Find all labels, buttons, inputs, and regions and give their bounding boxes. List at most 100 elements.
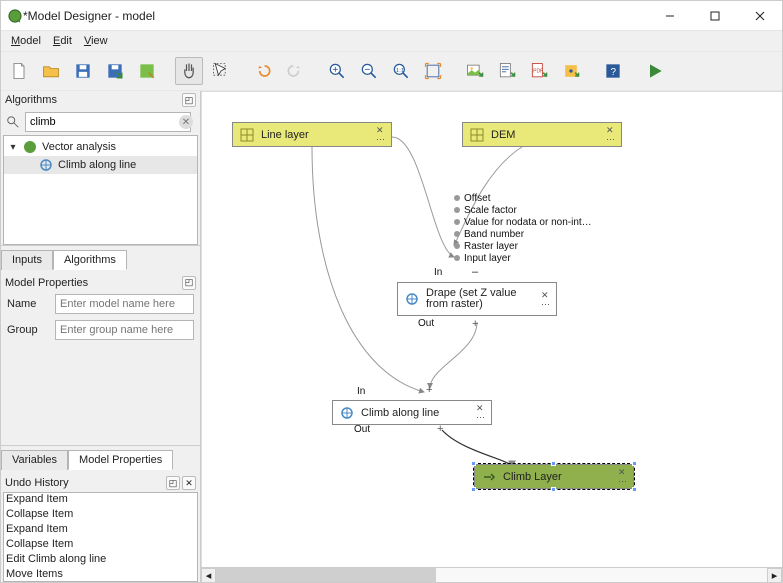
tab-model-properties[interactable]: Model Properties bbox=[68, 450, 173, 470]
scroll-left-icon[interactable]: ◂ bbox=[201, 568, 216, 583]
window-title: *Model Designer - model bbox=[23, 9, 647, 23]
algorithm-tree[interactable]: ▾ Vector analysis Climb along line bbox=[3, 135, 198, 245]
name-label: Name bbox=[7, 298, 49, 310]
scroll-thumb[interactable] bbox=[216, 568, 436, 583]
undo-history-list[interactable]: Expand Item Collapse Item Expand Item Co… bbox=[3, 492, 198, 582]
node-label: Climb Layer bbox=[503, 471, 612, 483]
node-drape[interactable]: Drape (set Z value from raster) ✕⋯ bbox=[397, 282, 557, 316]
expand-plus-icon[interactable]: + bbox=[472, 318, 478, 330]
export-pdf-button[interactable]: PDF bbox=[525, 57, 553, 85]
param-label: Value for nodata or non-int… bbox=[464, 217, 592, 228]
group-label: Group bbox=[7, 324, 49, 336]
node-label: Drape (set Z value from raster) bbox=[426, 288, 535, 310]
tab-inputs[interactable]: Inputs bbox=[1, 250, 53, 270]
export-svg-button[interactable] bbox=[493, 57, 521, 85]
tree-item-climb-along-line[interactable]: Climb along line bbox=[4, 156, 197, 174]
undo-button[interactable] bbox=[249, 57, 277, 85]
run-model-button[interactable] bbox=[641, 57, 669, 85]
node-dem[interactable]: DEM ✕⋯ bbox=[462, 122, 622, 147]
expand-icon[interactable]: ▾ bbox=[8, 142, 18, 153]
node-more-icon[interactable]: ⋯ bbox=[476, 413, 485, 421]
open-model-button[interactable] bbox=[37, 57, 65, 85]
drape-params: Offset Scale factor Value for nodata or … bbox=[454, 192, 592, 264]
scroll-track[interactable] bbox=[216, 568, 767, 583]
node-more-icon[interactable]: ⋯ bbox=[376, 135, 385, 143]
panel-undock-icon[interactable]: ◰ bbox=[182, 93, 196, 107]
expand-plus-icon[interactable]: + bbox=[426, 384, 432, 396]
history-item[interactable]: Collapse Item bbox=[4, 538, 197, 553]
node-close-icon[interactable]: ✕ bbox=[476, 404, 485, 412]
maximize-button[interactable] bbox=[692, 1, 737, 30]
properties-tabstrip: Variables Model Properties bbox=[1, 445, 200, 470]
panel-close-icon[interactable]: ✕ bbox=[182, 476, 196, 490]
history-item[interactable]: Expand Item bbox=[4, 493, 197, 508]
model-canvas[interactable]: Line layer ✕⋯ DEM ✕⋯ Offset Scale factor bbox=[201, 91, 782, 567]
svg-text:?: ? bbox=[611, 67, 617, 78]
tab-algorithms[interactable]: Algorithms bbox=[53, 250, 127, 270]
close-button[interactable] bbox=[737, 1, 782, 30]
connection-lines bbox=[202, 92, 782, 567]
panel-undock-icon[interactable]: ◰ bbox=[182, 276, 196, 290]
menu-model[interactable]: Model bbox=[11, 35, 41, 47]
node-more-icon[interactable]: ⋯ bbox=[618, 477, 627, 485]
port-in-label: In bbox=[357, 386, 365, 397]
spacer bbox=[1, 342, 200, 446]
history-item[interactable]: Edit Climb along line bbox=[4, 553, 197, 568]
node-climb-layer[interactable]: Climb Layer ✕⋯ bbox=[474, 464, 634, 489]
export-python-button[interactable] bbox=[557, 57, 585, 85]
title-bar: *Model Designer - model bbox=[1, 1, 782, 31]
panel-undock-icon[interactable]: ◰ bbox=[166, 476, 180, 490]
canvas-horizontal-scrollbar[interactable]: ◂ ▸ bbox=[201, 567, 782, 582]
node-climb-along-line[interactable]: Climb along line ✕⋯ bbox=[332, 400, 492, 425]
zoom-in-button[interactable] bbox=[323, 57, 351, 85]
tree-group-label: Vector analysis bbox=[42, 141, 116, 153]
left-sidebar: Algorithms ◰ ✕ ▾ Vector analysis Clim bbox=[1, 91, 201, 582]
menu-view[interactable]: View bbox=[84, 35, 108, 47]
model-group-input[interactable] bbox=[55, 320, 194, 340]
svg-text:PDF: PDF bbox=[533, 69, 543, 75]
algorithms-panel-title: Algorithms bbox=[5, 94, 57, 106]
node-label: Line layer bbox=[261, 129, 370, 141]
redo-button[interactable] bbox=[281, 57, 309, 85]
minimize-button[interactable] bbox=[647, 1, 692, 30]
scroll-right-icon[interactable]: ▸ bbox=[767, 568, 782, 583]
model-name-input[interactable] bbox=[55, 294, 194, 314]
search-icon bbox=[5, 114, 21, 130]
new-model-button[interactable] bbox=[5, 57, 33, 85]
node-close-icon[interactable]: ✕ bbox=[618, 468, 627, 476]
expand-plus-icon[interactable]: + bbox=[437, 423, 443, 435]
properties-grid: Name Group bbox=[1, 292, 200, 342]
node-close-icon[interactable]: ✕ bbox=[606, 126, 615, 134]
zoom-out-button[interactable] bbox=[355, 57, 383, 85]
collapse-dash[interactable]: – bbox=[472, 266, 478, 278]
select-tool-button[interactable] bbox=[207, 57, 235, 85]
menu-edit[interactable]: Edit bbox=[53, 35, 72, 47]
node-close-icon[interactable]: ✕ bbox=[541, 291, 550, 299]
input-param-icon bbox=[469, 127, 485, 143]
algorithm-search-input[interactable] bbox=[25, 112, 191, 132]
export-image-button[interactable] bbox=[461, 57, 489, 85]
save-in-project-button[interactable] bbox=[133, 57, 161, 85]
history-item[interactable]: Collapse Item bbox=[4, 508, 197, 523]
node-line-layer[interactable]: Line layer ✕⋯ bbox=[232, 122, 392, 147]
node-more-icon[interactable]: ⋯ bbox=[541, 300, 550, 308]
app-icon bbox=[7, 8, 23, 24]
zoom-full-button[interactable] bbox=[419, 57, 447, 85]
clear-search-icon[interactable]: ✕ bbox=[179, 115, 193, 129]
history-item[interactable]: Expand Item bbox=[4, 523, 197, 538]
zoom-actual-button[interactable]: 1:1 bbox=[387, 57, 415, 85]
save-model-button[interactable] bbox=[69, 57, 97, 85]
save-as-button[interactable] bbox=[101, 57, 129, 85]
port-out-label: Out bbox=[418, 318, 434, 329]
canvas-area: Line layer ✕⋯ DEM ✕⋯ Offset Scale factor bbox=[201, 91, 782, 582]
tab-variables[interactable]: Variables bbox=[1, 450, 68, 470]
algorithm-icon bbox=[404, 291, 420, 307]
history-item[interactable]: Move Items bbox=[4, 568, 197, 582]
node-more-icon[interactable]: ⋯ bbox=[606, 135, 615, 143]
help-button[interactable]: ? bbox=[599, 57, 627, 85]
tree-group-vector-analysis[interactable]: ▾ Vector analysis bbox=[4, 138, 197, 156]
port-out-label: Out bbox=[354, 424, 370, 435]
node-close-icon[interactable]: ✕ bbox=[376, 126, 385, 134]
node-label: DEM bbox=[491, 129, 600, 141]
pan-tool-button[interactable] bbox=[175, 57, 203, 85]
